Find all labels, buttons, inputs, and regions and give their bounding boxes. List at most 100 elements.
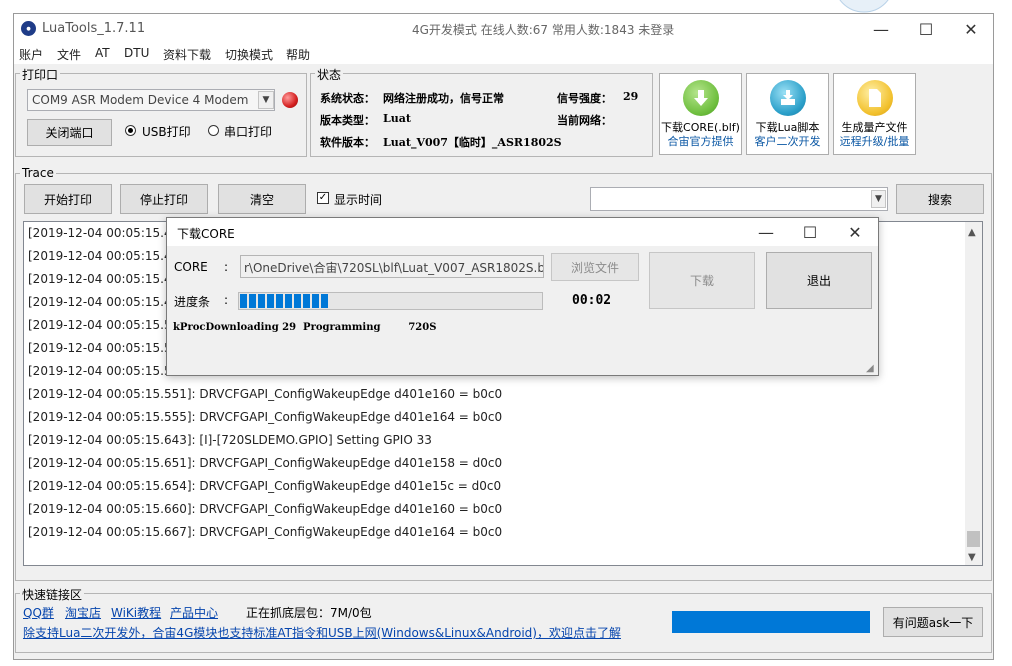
progress-label: 进度条 (174, 295, 211, 309)
trace-group-label: Trace (20, 166, 56, 180)
download-lua-script-button[interactable]: 下载Lua脚本 客户二次开发 (746, 73, 829, 155)
trace-scrollbar[interactable]: ▲ ▼ (965, 222, 982, 565)
dialog-minimize-button[interactable]: — (743, 218, 789, 246)
document-icon (857, 80, 893, 116)
close-port-button[interactable]: 关闭端口 (27, 119, 112, 146)
capture-status-text: 正在抓底层包：7M/0包 (246, 606, 372, 620)
port-select-value: COM9 ASR Modem Device 4 Modem (32, 93, 249, 107)
dialog-title: 下载CORE (177, 227, 235, 241)
browse-file-button[interactable]: 浏览文件 (551, 253, 639, 281)
clear-button[interactable]: 清空 (218, 184, 306, 214)
network-label: 当前网络： (557, 114, 612, 127)
log-line: [2019-12-04 00:05:15.465 (28, 295, 187, 309)
quick-links-group-label: 快速链接区 (20, 586, 85, 603)
minimize-button[interactable]: — (858, 14, 904, 44)
scroll-down-icon[interactable]: ▼ (968, 552, 976, 563)
dialog-maximize-button[interactable]: ☐ (787, 218, 833, 246)
scroll-up-icon[interactable]: ▲ (968, 227, 976, 238)
menu-at[interactable]: AT (95, 46, 110, 60)
menu-switch-mode[interactable]: 切换模式 (225, 46, 273, 63)
log-line: [2019-12-04 00:05:15.555]: DRVCFGAPI_Con… (28, 410, 503, 424)
progress-colon: : (224, 293, 229, 307)
download-button[interactable]: 下载 (649, 252, 755, 309)
log-line: [2019-12-04 00:05:15.532 (28, 318, 187, 332)
progress-fill (240, 294, 330, 308)
version-type-label: 版本类型： (320, 114, 375, 127)
core-label: CORE (174, 260, 208, 274)
generate-production-file-button[interactable]: 生成量产文件 远程升级/批量 (833, 73, 916, 155)
log-line: [2019-12-04 00:05:15.538 (28, 341, 187, 355)
log-line: [2019-12-04 00:05:15.551]: DRVCFGAPI_Con… (28, 387, 503, 401)
download-core-dialog: 下载CORE — ☐ ✕ CORE : r\OneDrive\合宙\720SL\… (166, 217, 879, 376)
log-line: [2019-12-04 00:05:15.456 (28, 249, 187, 263)
port-select[interactable]: COM9 ASR Modem Device 4 Modem ▼ (27, 89, 275, 111)
chevron-down-icon[interactable]: ▼ (258, 91, 274, 109)
window-status-text: 4G开发模式 在线人数:67 常用人数:1843 未登录 (412, 23, 675, 37)
link-qq-group[interactable]: QQ群 (23, 604, 54, 621)
log-line: [2019-12-04 00:05:15.643]: [I]-[720SLDEM… (28, 433, 432, 447)
elapsed-time: 00:02 (572, 293, 612, 308)
dialog-title-bar: 下载CORE — ☐ ✕ (167, 218, 878, 246)
software-version-value: Luat_V007【临时】_ASR1802S (383, 136, 562, 149)
link-taobao[interactable]: 淘宝店 (65, 604, 101, 621)
ask-button[interactable]: 有问题ask一下 (883, 607, 983, 637)
menu-bar: 账户 文件 AT DTU 资料下载 切换模式 帮助 (14, 44, 993, 64)
log-line: [2019-12-04 00:05:15.651]: DRVCFGAPI_Con… (28, 456, 503, 470)
serial-print-label: 串口打印 (224, 125, 273, 139)
download-core-button[interactable]: 下载CORE(.blf) 合宙官方提供 (659, 73, 742, 155)
menu-help[interactable]: 帮助 (286, 46, 310, 63)
serial-print-radio[interactable] (208, 125, 219, 136)
log-line: [2019-12-04 00:05:15.654]: DRVCFGAPI_Con… (28, 479, 502, 493)
close-button[interactable]: ✕ (948, 14, 994, 44)
core-path-value: r\OneDrive\合宙\720SL\blf\Luat_V007_ASR180… (244, 261, 544, 275)
log-line: [2019-12-04 00:05:15.462 (28, 272, 187, 286)
status-led-icon (282, 92, 298, 108)
resize-grip-icon[interactable]: ◢ (866, 363, 874, 374)
chevron-down-icon[interactable]: ▼ (871, 190, 886, 208)
dialog-close-button[interactable]: ✕ (832, 218, 878, 246)
core-path-field[interactable]: r\OneDrive\合宙\720SL\blf\Luat_V007_ASR180… (240, 255, 544, 278)
download-progress-bar (238, 292, 543, 310)
show-time-checkbox[interactable]: ✓ (317, 192, 329, 204)
download-core-sublabel: 合宙官方提供 (667, 135, 734, 148)
link-product-center[interactable]: 产品中心 (170, 604, 218, 621)
core-colon: : (224, 260, 229, 274)
menu-file[interactable]: 文件 (57, 46, 81, 63)
download-log-text: kProcDownloading 29 Programming 720S (173, 322, 437, 333)
start-print-button[interactable]: 开始打印 (24, 184, 112, 214)
log-line: [2019-12-04 00:05:15.667]: DRVCFGAPI_Con… (28, 525, 503, 539)
maximize-button[interactable]: ☐ (903, 14, 949, 44)
stop-print-button[interactable]: 停止打印 (120, 184, 208, 214)
exit-button[interactable]: 退出 (766, 252, 872, 309)
menu-dtu[interactable]: DTU (124, 46, 149, 60)
menu-account[interactable]: 账户 (19, 46, 43, 63)
log-line: [2019-12-04 00:05:15.547 (28, 364, 187, 378)
status-group-label: 状态 (315, 66, 344, 83)
signal-value: 29 (623, 90, 639, 103)
search-button[interactable]: 搜索 (896, 184, 984, 214)
background-app-icon (824, 0, 904, 14)
scrollbar-thumb[interactable] (967, 531, 980, 547)
print-port-group-label: 打印口 (20, 66, 61, 83)
usb-print-label: USB打印 (142, 125, 191, 139)
window-title: LuaTools_1.7.11 (42, 21, 146, 36)
radio-dot-icon (128, 128, 133, 133)
system-status-value: 网络注册成功，信号正常 (383, 92, 504, 105)
signal-label: 信号强度： (557, 92, 612, 105)
generate-file-sublabel: 远程升级/批量 (839, 135, 910, 148)
promo-link[interactable]: 除支持Lua二次开发外，合宙4G模块也支持标准AT指令和USB上网(Window… (23, 624, 621, 641)
usb-print-radio[interactable] (125, 125, 136, 136)
status-progress-bar (672, 611, 870, 633)
title-bar: ● LuaTools_1.7.11 4G开发模式 在线人数:67 常用人数:18… (14, 14, 993, 44)
log-line: [2019-12-04 00:05:15.45 (28, 226, 180, 240)
download-lua-sublabel: 客户二次开发 (754, 135, 821, 148)
system-status-label: 系统状态： (320, 92, 375, 105)
download-script-icon (770, 80, 806, 116)
log-line: [2019-12-04 00:05:15.660]: DRVCFGAPI_Con… (28, 502, 503, 516)
download-arrow-icon (683, 80, 719, 116)
menu-downloads[interactable]: 资料下载 (163, 46, 211, 63)
link-wiki[interactable]: WiKi教程 (111, 604, 161, 621)
software-version-label: 软件版本： (320, 136, 375, 149)
search-combo[interactable]: ▼ (590, 187, 888, 211)
show-time-label: 显示时间 (334, 193, 383, 207)
